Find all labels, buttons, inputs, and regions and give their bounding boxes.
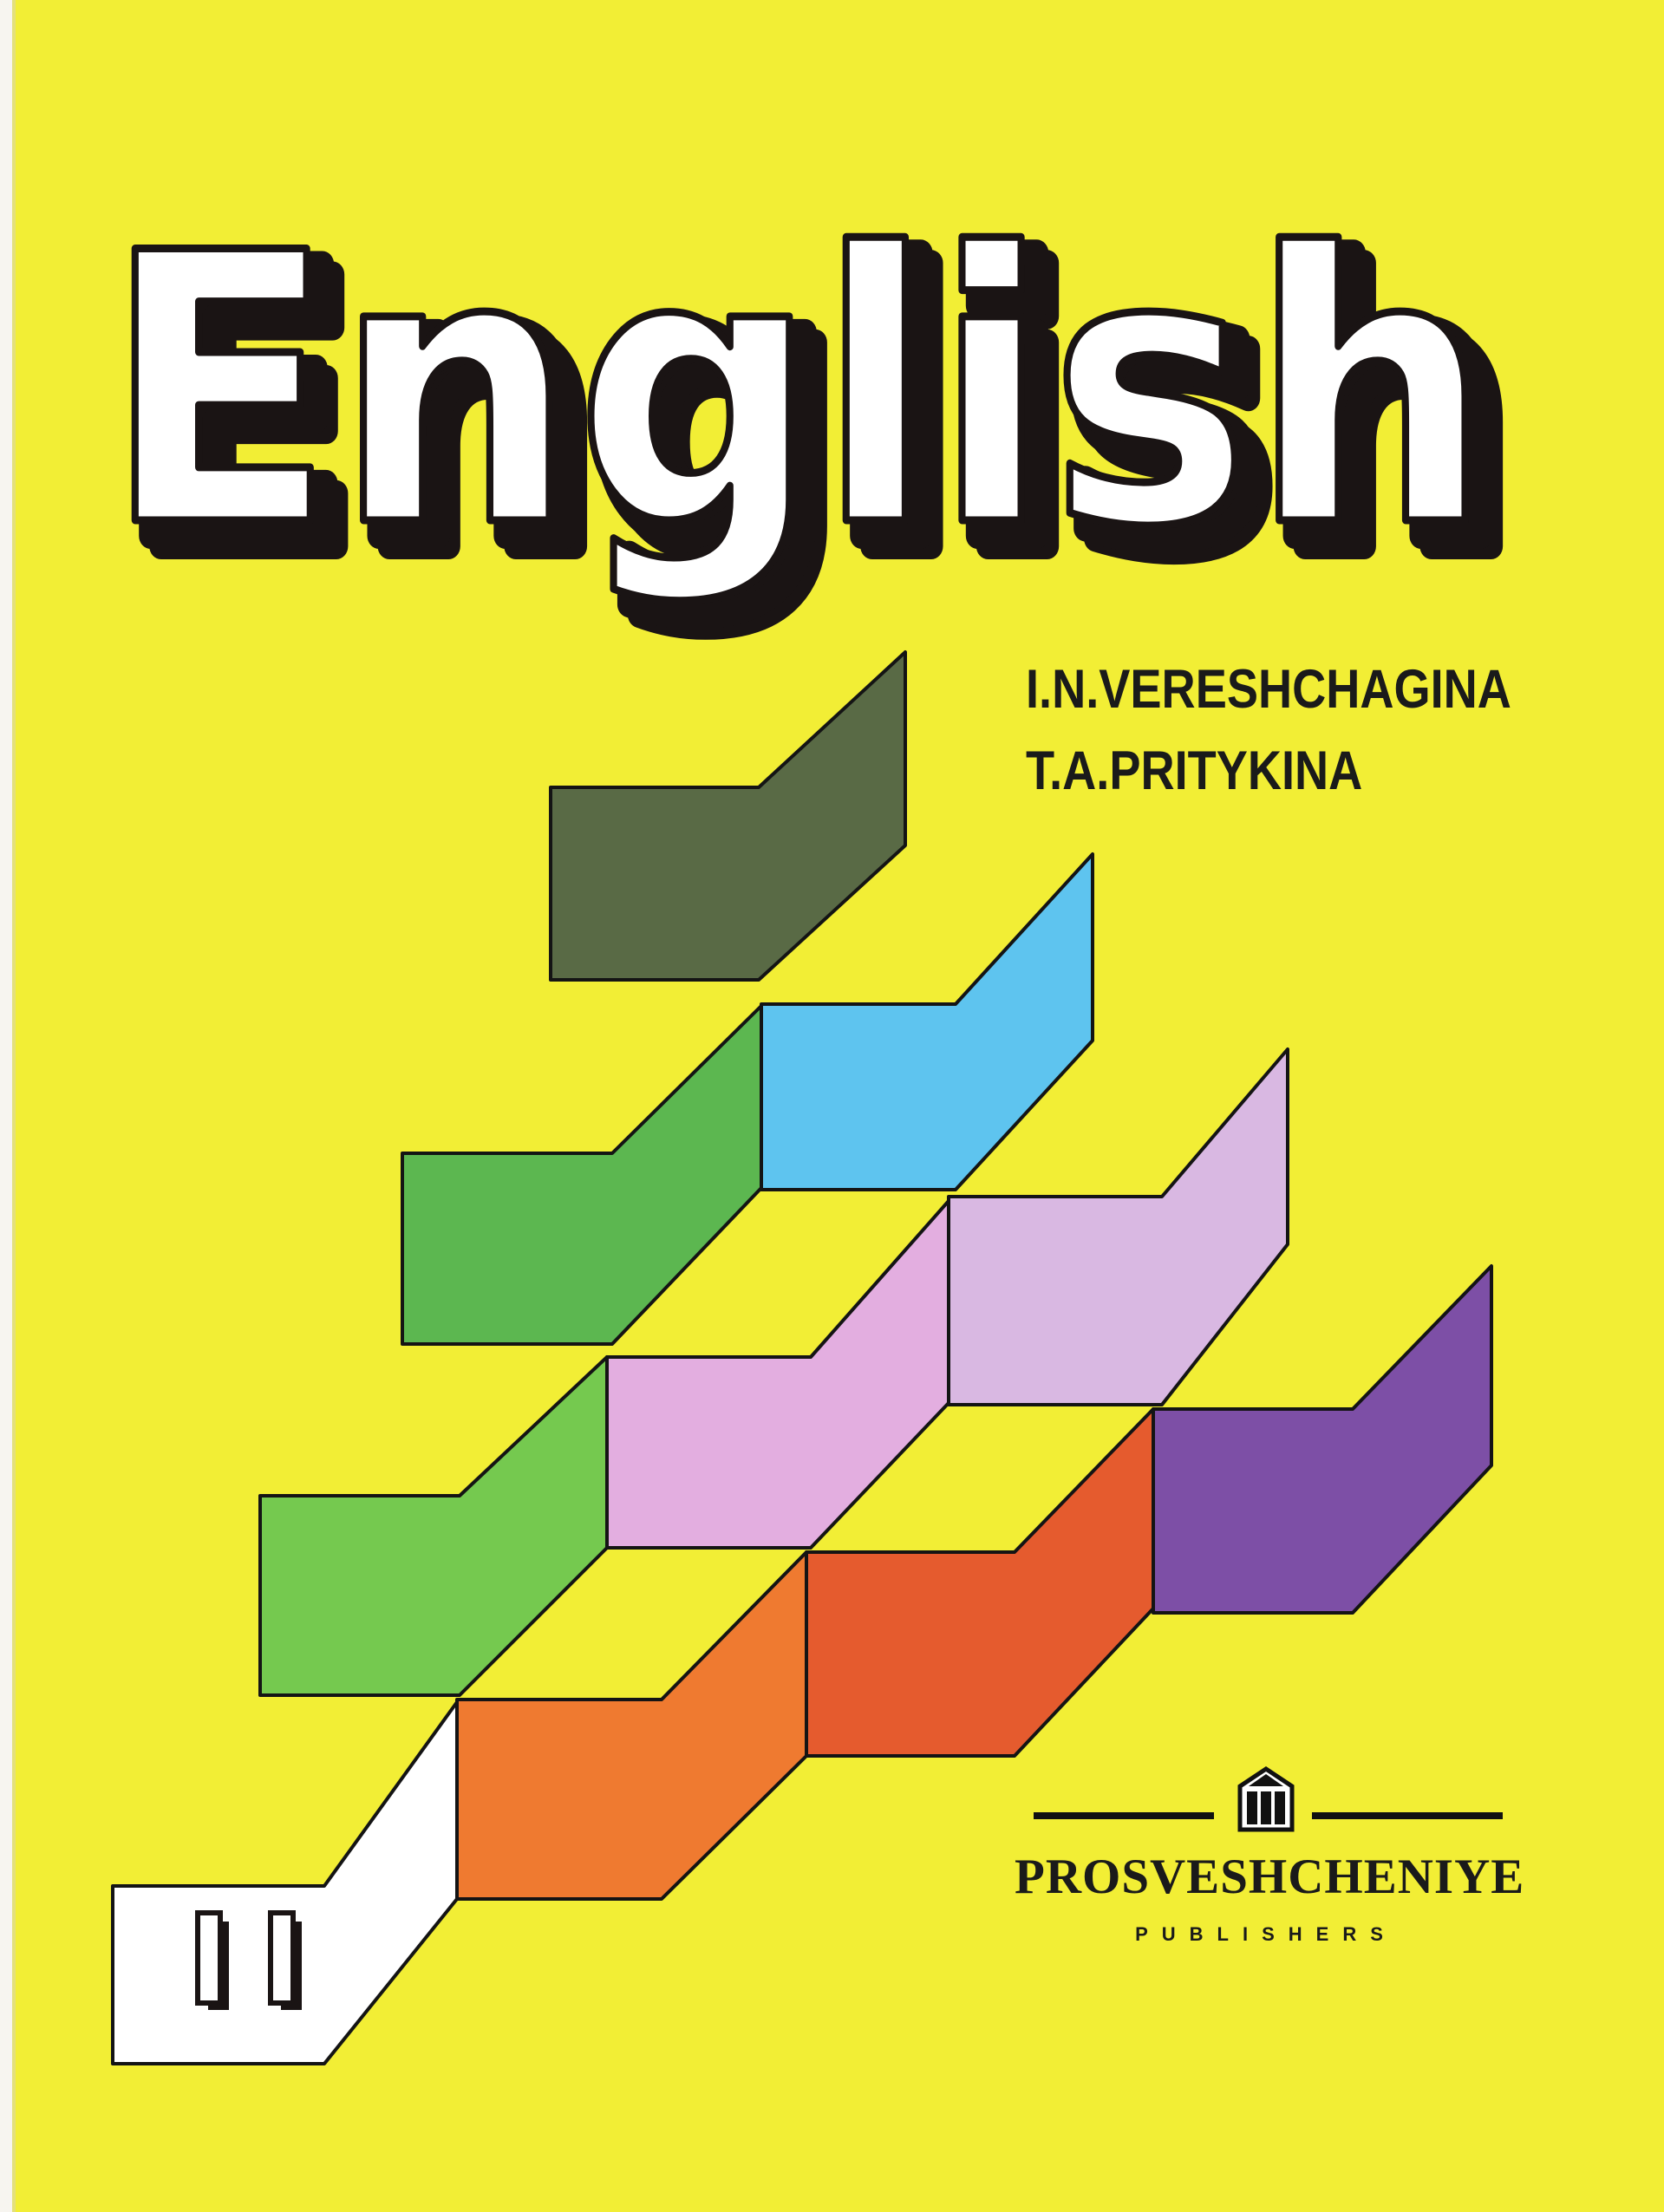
prosveshcheniye-logo-icon — [1237, 1765, 1295, 1832]
publisher-mark: PROSVESHCHENIYE PUBLISHERS — [1015, 1700, 1525, 2064]
publisher-rule-left — [1034, 1812, 1214, 1819]
light-green-block — [258, 1355, 609, 1697]
book-cover: English English English I.N.VERESHCHAGIN… — [0, 0, 1664, 2212]
green-block — [401, 1004, 763, 1346]
publisher-rule-right — [1312, 1812, 1503, 1819]
publisher-name: PROSVESHCHENIYE — [1015, 1850, 1525, 1904]
publisher-subtitle: PUBLISHERS — [1135, 1923, 1397, 1945]
olive-block — [549, 650, 907, 982]
